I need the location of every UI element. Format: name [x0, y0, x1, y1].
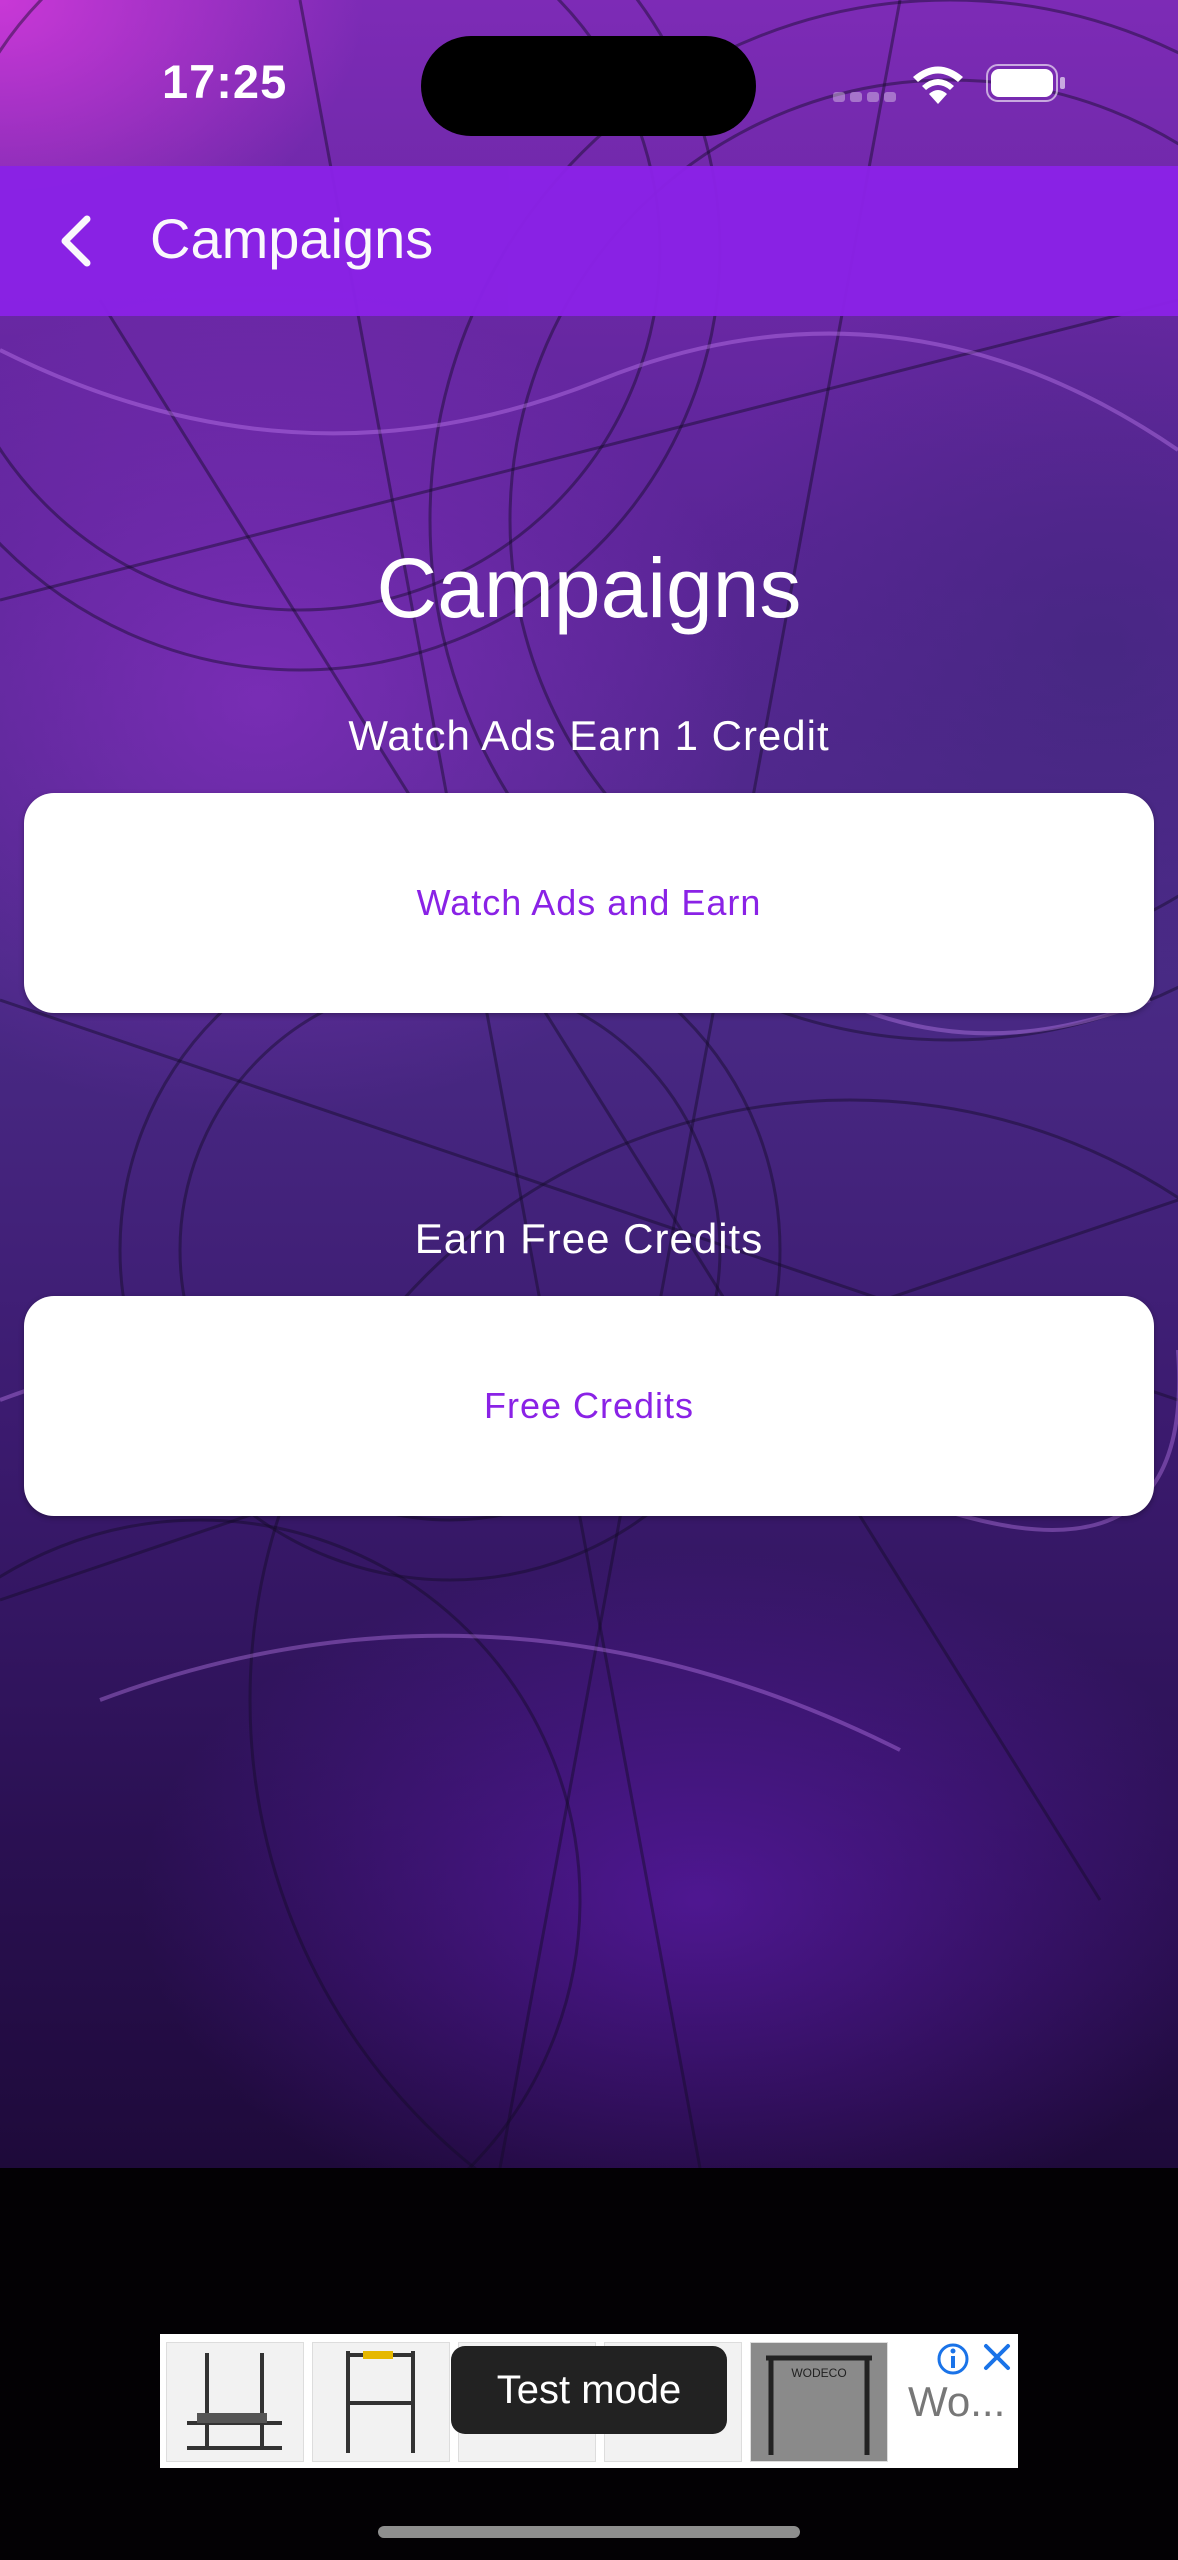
wodeco-rig-icon: WODECO [751, 2343, 887, 2461]
wifi-icon [913, 66, 963, 104]
signal-icon [833, 92, 896, 102]
power-rack-icon [346, 2351, 415, 2453]
section-label-watch-ads: Watch Ads Earn 1 Credit [348, 712, 830, 759]
watch-ads-button[interactable]: Watch Ads and Earn [24, 793, 1154, 1013]
ad-brand-text: WODECO [791, 2366, 846, 2380]
section-label-free-credits: Earn Free Credits [414, 1215, 764, 1262]
free-credits-button[interactable]: Free Credits [24, 1296, 1154, 1516]
zodiac-background [0, 0, 1178, 2168]
zodiac-pattern [0, 0, 1178, 2168]
app-bar: Campaigns [0, 166, 1178, 316]
app-bar-title: Campaigns [150, 207, 434, 270]
ad-truncated-text: Wo... [908, 2378, 1006, 2425]
ad-info-icon[interactable] [936, 2342, 970, 2376]
status-time: 17:25 [162, 55, 288, 108]
page-title: Campaigns [376, 541, 802, 635]
ad-product-image: WODECO [750, 2342, 888, 2462]
dynamic-island [421, 36, 756, 136]
ad-product-image [312, 2342, 450, 2462]
battery-icon [986, 64, 1065, 102]
back-button[interactable] [40, 201, 110, 281]
ad-product-image [166, 2342, 304, 2462]
chevron-left-icon [61, 215, 91, 267]
gym-rack-icon [187, 2353, 282, 2450]
test-mode-label: Test mode [451, 2346, 727, 2434]
home-indicator[interactable] [378, 2526, 800, 2538]
ad-close-icon[interactable] [980, 2340, 1014, 2374]
